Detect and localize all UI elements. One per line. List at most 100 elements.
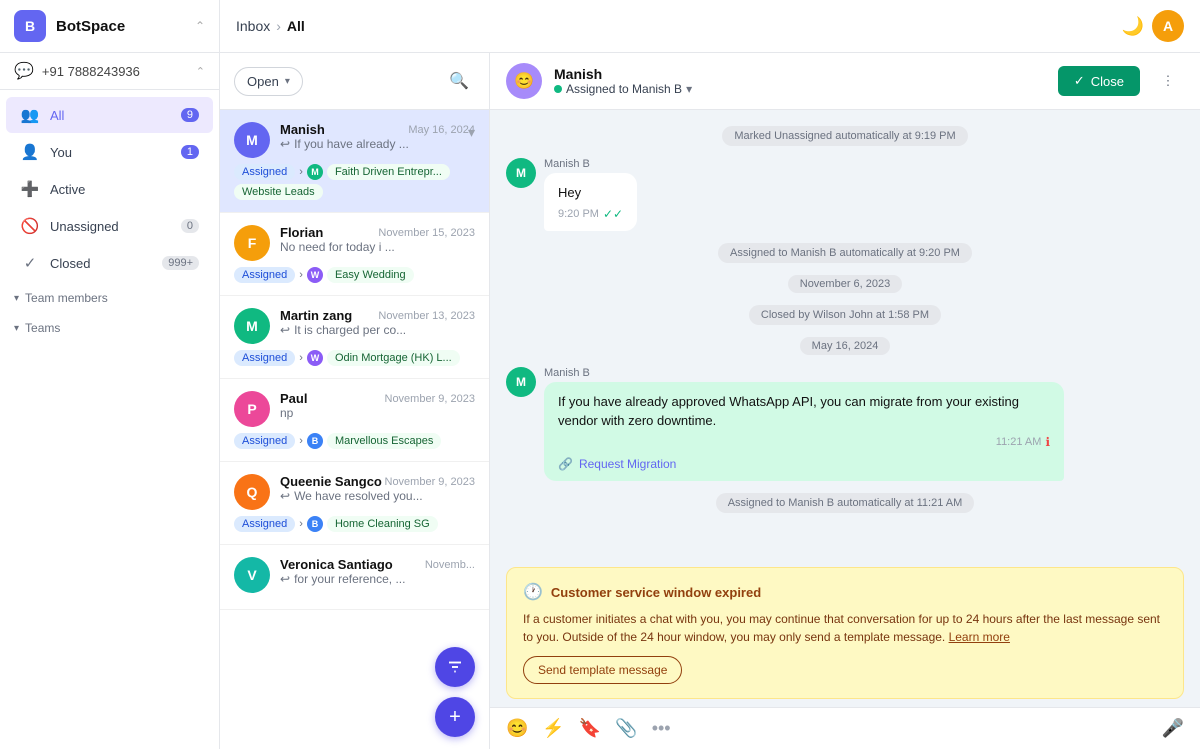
request-migration-text: Request Migration — [579, 457, 676, 471]
assignee-avatar-paul: B — [307, 433, 323, 449]
conv-preview-martin: ↩ It is charged per co... — [280, 323, 475, 337]
breadcrumb: Inbox › All — [236, 18, 305, 34]
conv-preview-icon: ↩ — [280, 137, 290, 151]
conv-item-martin[interactable]: M Martin zang November 13, 2023 ↩ It is … — [220, 296, 489, 379]
assigned-indicator — [554, 85, 562, 93]
msg-bubble-hey: Hey 9:20 PM ✓✓ — [544, 173, 637, 231]
conv-date-queenie: November 9, 2023 — [385, 476, 476, 488]
unassigned-badge: 0 — [181, 219, 199, 233]
phone-number: +91 7888243936 — [42, 64, 188, 79]
close-btn-label: Close — [1091, 74, 1124, 89]
expand-manish-button[interactable]: ▾ — [468, 124, 475, 141]
sidebar-item-closed[interactable]: ✓ Closed 999+ — [6, 245, 213, 281]
learn-more-link[interactable]: Learn more — [949, 630, 1010, 644]
sidebar-item-active[interactable]: ➕ Active — [6, 171, 213, 207]
bookmark-button[interactable]: 🔖 — [579, 718, 601, 739]
assignee-avatar-queenie: B — [307, 516, 323, 532]
teams-section[interactable]: ▾ Teams — [0, 315, 219, 341]
conv-item-manish[interactable]: M Manish May 16, 2024 ↩ If you have alre… — [220, 110, 489, 213]
sidebar-item-unassigned-label: Unassigned — [50, 219, 171, 234]
moon-icon[interactable]: 🌙 — [1122, 16, 1144, 37]
search-icon: 🔍 — [449, 71, 469, 91]
teams-label: Teams — [25, 321, 60, 335]
more-footer-button[interactable]: ••• — [652, 718, 671, 739]
conv-avatar-manish: M — [234, 122, 270, 158]
date-divider-nov6: November 6, 2023 — [506, 275, 1184, 293]
assigned-chevron-icon[interactable]: ▾ — [686, 82, 692, 96]
arrow-icon-p: › — [299, 433, 303, 449]
you-badge: 1 — [181, 145, 199, 159]
open-filter-button[interactable]: Open ▾ — [234, 67, 303, 96]
closed-badge: 999+ — [162, 256, 199, 270]
app-chevron-icon[interactable]: ⌃ — [195, 19, 205, 33]
you-icon: 👤 — [20, 142, 40, 162]
label-easy-wedding: Easy Wedding — [327, 267, 414, 283]
conv-item-queenie[interactable]: Q Queenie Sangco November 9, 2023 ↩ We h… — [220, 462, 489, 545]
msg-avatar-outbound: M — [506, 367, 536, 397]
conv-preview-icon-q: ↩ — [280, 489, 290, 503]
conv-item-veronica[interactable]: V Veronica Santiago Novemb... ↩ for your… — [220, 545, 489, 610]
conv-preview-queenie: ↩ We have resolved you... — [280, 489, 475, 503]
label-odin: Odin Mortgage (HK) L... — [327, 350, 460, 366]
error-icon: ℹ — [1045, 435, 1050, 449]
conv-preview-icon-m: ↩ — [280, 323, 290, 337]
chat-contact-avatar: 😊 — [506, 63, 542, 99]
attach-button[interactable]: 📎 — [615, 718, 637, 739]
user-avatar[interactable]: A — [1152, 10, 1184, 42]
phone-chevron-icon[interactable]: ⌃ — [196, 65, 205, 78]
chat-assigned-text: Assigned to Manish B — [566, 82, 682, 96]
filter-chevron-icon: ▾ — [285, 76, 290, 87]
conv-avatar-veronica: V — [234, 557, 270, 593]
date-text-may16: May 16, 2024 — [800, 337, 891, 355]
conv-avatar-florian: F — [234, 225, 270, 261]
sidebar-item-all-label: All — [50, 108, 171, 123]
search-button[interactable]: 🔍 — [443, 65, 475, 97]
conv-preview-veronica: ↩ for your reference, ... — [280, 572, 475, 586]
warning-banner: 🕐 Customer service window expired If a c… — [506, 567, 1184, 699]
sidebar-item-all[interactable]: 👥 All 9 — [6, 97, 213, 133]
team-members-chevron-icon: ▾ — [14, 293, 19, 304]
send-template-button[interactable]: Send template message — [523, 656, 682, 684]
chat-contact-name: Manish — [554, 66, 1046, 82]
close-conversation-button[interactable]: ✓ Close — [1058, 66, 1140, 96]
msg-row-outbound: M Manish B If you have already approved … — [506, 367, 1184, 481]
request-migration-link[interactable]: 🔗 Request Migration — [558, 457, 1050, 471]
arrow-icon: › — [299, 164, 303, 180]
unassigned-icon: 🚫 — [20, 216, 40, 236]
conv-date-paul: November 9, 2023 — [385, 393, 476, 405]
date-divider-may16: May 16, 2024 — [506, 337, 1184, 355]
mic-button[interactable]: 🎤 — [1162, 718, 1184, 739]
msg-text-hey: Hey — [558, 183, 623, 203]
closed-icon: ✓ — [20, 253, 40, 273]
conv-avatar-queenie: Q — [234, 474, 270, 510]
filter-fab-button[interactable] — [435, 647, 475, 687]
conv-name-queenie: Queenie Sangco — [280, 474, 382, 489]
arrow-icon-q: › — [299, 516, 303, 532]
system-msg-text-920: Assigned to Manish B automatically at 9:… — [718, 243, 972, 263]
status-tag-paul: Assigned — [234, 433, 295, 449]
conv-item-florian[interactable]: F Florian November 15, 2023 No need for … — [220, 213, 489, 296]
sidebar-item-you-label: You — [50, 145, 171, 160]
more-options-button[interactable]: ⋮ — [1152, 65, 1184, 97]
arrow-icon-f: › — [299, 267, 303, 283]
active-icon: ➕ — [20, 179, 40, 199]
system-msg-text-closed: Closed by Wilson John at 1:58 PM — [749, 305, 941, 325]
system-msg-text-1121: Assigned to Manish B automatically at 11… — [716, 493, 975, 513]
emoji-button[interactable]: 😊 — [506, 718, 528, 739]
filter-label: Open — [247, 74, 279, 89]
breadcrumb-separator: › — [276, 18, 281, 34]
team-members-section[interactable]: ▾ Team members — [0, 285, 219, 311]
quick-reply-button[interactable]: ⚡ — [542, 718, 564, 739]
sidebar-item-unassigned[interactable]: 🚫 Unassigned 0 — [6, 208, 213, 244]
msg-time-hey: 9:20 PM ✓✓ — [558, 207, 623, 221]
sidebar-item-you[interactable]: 👤 You 1 — [6, 134, 213, 170]
add-conversation-button[interactable]: + — [435, 697, 475, 737]
conv-date-manish: May 16, 2024 — [408, 124, 475, 136]
arrow-icon-m: › — [299, 350, 303, 366]
teams-chevron-icon: ▾ — [14, 323, 19, 334]
label-home-cleaning: Home Cleaning SG — [327, 516, 438, 532]
conv-date-veronica: Novemb... — [425, 559, 475, 571]
conv-name-martin: Martin zang — [280, 308, 352, 323]
conv-preview-icon-v: ↩ — [280, 572, 290, 586]
conv-item-paul[interactable]: P Paul November 9, 2023 np — [220, 379, 489, 462]
